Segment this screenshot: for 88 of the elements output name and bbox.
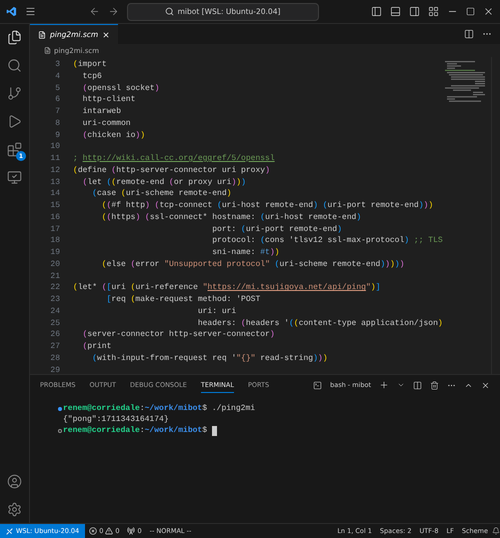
account-icon[interactable] (7, 474, 22, 489)
forward-arrow-icon[interactable] (108, 6, 118, 17)
code-line: uri-common (82, 118, 131, 130)
close-icon[interactable] (483, 6, 494, 17)
maximize-icon[interactable] (466, 7, 475, 16)
app-logo-icon (6, 6, 17, 17)
terminal-icon[interactable] (313, 380, 322, 390)
line-number: 23 (49, 294, 61, 306)
line-number: 9 (54, 130, 61, 142)
line-number: 28 (49, 352, 61, 364)
line-number: 18 (49, 235, 61, 247)
code-line: [req (make-request method: 'POST (106, 294, 260, 306)
line-number: 8 (54, 118, 61, 130)
minimap-drawing (445, 61, 485, 103)
line-number: 4 (54, 70, 61, 82)
code-line: ((#f http) (tcp-connect (uri-host remote-end) (uri-port remote-end))) (100, 200, 434, 212)
line-number: 6 (54, 94, 61, 106)
code-line: ; http://wiki.call-cc.org/eggref/5/openssl (73, 153, 275, 165)
error-icon (89, 527, 98, 535)
code-line: ((https) (ssl-connect* hostname: (uri-host remote-end) (100, 212, 362, 224)
code-line: (define (http-server-connector uri proxy) (73, 164, 270, 176)
code-line: (openssl socket) (82, 82, 160, 94)
line-number: 16 (49, 212, 61, 224)
code-line: (let* ([uri (uri-reference "https://mi.tsujigoya.net/api/ping")] (73, 282, 380, 294)
line-number: 11 (49, 153, 61, 165)
line-number: 19 (49, 247, 61, 259)
search-icon (164, 7, 174, 16)
code-line: (import (73, 59, 107, 71)
code-line: intarweb (82, 106, 122, 118)
code-line: http-client (82, 94, 136, 106)
terminal-output: {"pong":1711343164174} (63, 415, 169, 424)
panel-right-icon[interactable] (409, 6, 420, 17)
code-line: port: (uri-port remote-end) (211, 224, 342, 236)
code-line: protocol: (cons 'tlsv12 ssl-max-protocol) ;; TLS (211, 235, 443, 247)
line-number: 20 (49, 258, 61, 270)
caret-icon[interactable] (397, 381, 405, 389)
code-line: (with-input-from-request req '"{}" read-string))) (91, 352, 328, 364)
line-number: 15 (49, 200, 61, 212)
files-icon[interactable] (7, 30, 22, 45)
code-line: tcp6 (82, 70, 102, 82)
line-number: 26 (49, 329, 61, 341)
search-icon[interactable] (7, 58, 22, 73)
terminal-prompt: renem@corriedale:~/work/mibot$ ./ping2mi (63, 404, 256, 413)
split-terminal-icon[interactable] (413, 380, 422, 390)
code-line: (server-connector http-server-connector) (82, 329, 275, 341)
antenna-icon (127, 527, 136, 535)
settings-icon[interactable] (7, 502, 22, 517)
line-number: 17 (49, 224, 61, 236)
close-icon[interactable] (481, 380, 490, 390)
code-line: (case (uri-scheme remote-end) (91, 188, 232, 200)
line-number: 24 (49, 306, 61, 318)
line-number: 22 (49, 282, 61, 294)
terminal-prompt: renem@corriedale:~/work/mibot$ (63, 426, 208, 435)
line-number: 3 (54, 59, 61, 71)
line-number: 27 (49, 341, 61, 353)
panel-bottom-icon[interactable] (390, 6, 401, 17)
line-number: 29 (49, 364, 61, 376)
menu-icon[interactable] (25, 6, 36, 17)
line-number: 7 (54, 106, 61, 118)
code-line: (let ((remote-end (or proxy uri))) (82, 176, 246, 188)
bell-icon[interactable] (492, 527, 500, 535)
line-number: 14 (49, 188, 61, 200)
back-arrow-icon[interactable] (88, 6, 100, 17)
branch-icon[interactable] (7, 86, 22, 101)
line-number: 25 (49, 318, 61, 330)
code-line: sni-name: #t)) (211, 247, 280, 259)
play-icon[interactable] (7, 114, 22, 129)
code-line: headers: (headers '((content-type application/json) (196, 318, 443, 330)
line-number: 12 (49, 164, 61, 176)
file-icon (44, 47, 51, 54)
panel-left-icon[interactable] (371, 6, 382, 17)
layout-icon[interactable] (428, 6, 439, 17)
monitor-icon[interactable] (7, 170, 22, 185)
line-number: 10 (49, 141, 61, 153)
line-number: 5 (54, 82, 61, 94)
code-line: uri: uri (196, 306, 236, 318)
trash-icon[interactable] (430, 380, 439, 390)
file-icon (38, 30, 46, 38)
split-editor-icon[interactable] (464, 29, 474, 39)
plus-icon[interactable] (379, 380, 389, 390)
code-line: (print (82, 341, 112, 353)
line-number: 21 (49, 270, 61, 282)
line-number: 13 (49, 176, 61, 188)
code-line: (else (error "Unsupported protocol" (uri-scheme remote-end))))) (100, 258, 404, 270)
remote-icon (6, 528, 13, 534)
code-line: (chicken io)) (82, 130, 146, 142)
warning-icon (105, 527, 114, 535)
blocks-icon[interactable] (7, 142, 22, 157)
